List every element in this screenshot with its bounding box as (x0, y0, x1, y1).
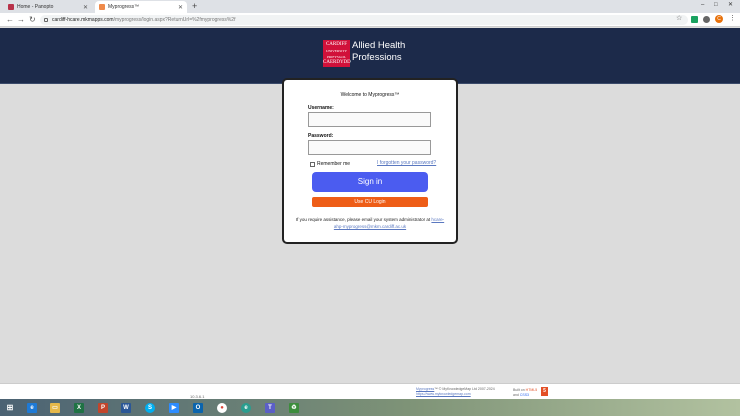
copyright-text: ™ © MyKnowledgeMap Ltd 2007-2024 (434, 387, 495, 391)
css3-text: CSS3 (519, 392, 529, 397)
extension-check-icon[interactable] (691, 16, 698, 23)
username-label: Username: (308, 105, 334, 111)
copyright: Myprogress™ © MyKnowledgeMap Ltd 2007-20… (416, 387, 495, 397)
site-title: Allied Health Professions (352, 40, 405, 64)
new-tab-button[interactable]: + (192, 1, 197, 12)
recycle-icon[interactable]: ♻ (289, 403, 299, 413)
tab-title: Myprogress™ (108, 4, 140, 10)
help-message: If you require assistance, please email … (295, 217, 431, 222)
help-text: If you require assistance, please email … (294, 216, 446, 230)
remember-me-checkbox[interactable] (310, 161, 315, 167)
close-window-icon[interactable]: ✕ (728, 0, 733, 10)
url-path: /myprogress/login.aspx?ReturnUrl=%2fmypr… (113, 17, 236, 23)
page-footer: 10.3.6.1 Myprogress™ © MyKnowledgeMap Lt… (0, 383, 740, 399)
outlook-icon[interactable]: O (193, 403, 203, 413)
internet-explorer-icon[interactable]: e (27, 403, 37, 413)
cardiff-university-logo: CARDIFF UNIVERSITY PRIFYSGOL CAERDYDD (323, 40, 351, 67)
site-title-line2: Professions (352, 52, 402, 63)
extensions-puzzle-icon[interactable] (703, 16, 710, 23)
html5-badge-icon: 5 (541, 387, 548, 396)
html5-text: HTML5 (525, 388, 538, 392)
chrome-menu-icon[interactable]: ⋮ (729, 14, 736, 22)
username-input[interactable] (308, 112, 431, 127)
built-and-text: and (513, 392, 519, 397)
url-host: cardiff-hcare.mkmapps.com (52, 17, 114, 23)
windows-taskbar (0, 399, 740, 416)
site-title-line1: Allied Health (352, 40, 406, 51)
panopto-favicon-icon (8, 4, 14, 10)
edge-icon[interactable]: e (241, 403, 251, 413)
teams-icon[interactable]: T (265, 403, 275, 413)
logo-line: CAERDYDD (323, 60, 351, 65)
minimize-icon[interactable]: – (701, 0, 704, 10)
word-icon[interactable]: W (121, 403, 131, 413)
built-on-text: Built on (513, 388, 525, 392)
browser-tab-strip: Home - Panopto ✕ Myprogress™ ✕ + – □ ✕ (0, 0, 740, 13)
login-card: Welcome to Myprogress™ Username: Passwor… (282, 78, 458, 244)
remember-me[interactable]: Remember me (310, 161, 350, 167)
maximize-icon[interactable]: □ (714, 0, 718, 10)
tab-panopto[interactable]: Home - Panopto ✕ (4, 1, 92, 13)
forgot-password-link[interactable]: I forgotten your password? (377, 160, 436, 166)
welcome-heading: Welcome to Myprogress™ (340, 92, 400, 98)
forward-icon[interactable]: → (17, 14, 25, 26)
sign-in-button[interactable]: Sign in (312, 172, 428, 192)
product-link[interactable]: Myprogress (416, 387, 434, 391)
windows-start-icon[interactable]: ⊞ (5, 403, 15, 413)
cu-login-button[interactable]: Use CU Login (312, 197, 428, 207)
skype-icon[interactable]: S (145, 403, 155, 413)
myprogress-favicon-icon (99, 4, 105, 10)
tab-myprogress[interactable]: Myprogress™ ✕ (95, 1, 187, 13)
company-site-link[interactable]: https://www.myknowledgemap.com (416, 392, 471, 396)
lock-icon (44, 18, 48, 22)
remember-me-label: Remember me (317, 161, 351, 167)
password-label: Password: (308, 133, 334, 139)
tab-title: Home - Panopto (17, 4, 54, 10)
address-bar[interactable]: cardiff-hcare.mkmapps.com /myprogress/lo… (40, 15, 688, 25)
close-tab-icon[interactable]: ✕ (178, 4, 183, 11)
bookmark-star-icon[interactable]: ☆ (676, 14, 682, 22)
close-tab-icon[interactable]: ✕ (83, 4, 88, 11)
profile-avatar[interactable]: C (715, 15, 723, 23)
excel-icon[interactable]: X (74, 403, 84, 413)
powerpoint-icon[interactable]: P (98, 403, 108, 413)
built-on: Built on HTML5 and CSS3 (513, 388, 537, 397)
browser-toolbar: ← → ↻ cardiff-hcare.mkmapps.com /myprogr… (0, 13, 740, 27)
back-icon[interactable]: ← (6, 14, 14, 26)
zoom-icon[interactable]: ▶ (169, 403, 179, 413)
chrome-icon[interactable]: ● (217, 403, 227, 413)
reload-icon[interactable]: ↻ (29, 14, 36, 26)
password-input[interactable] (308, 140, 431, 155)
file-explorer-icon[interactable]: ▭ (50, 403, 60, 413)
